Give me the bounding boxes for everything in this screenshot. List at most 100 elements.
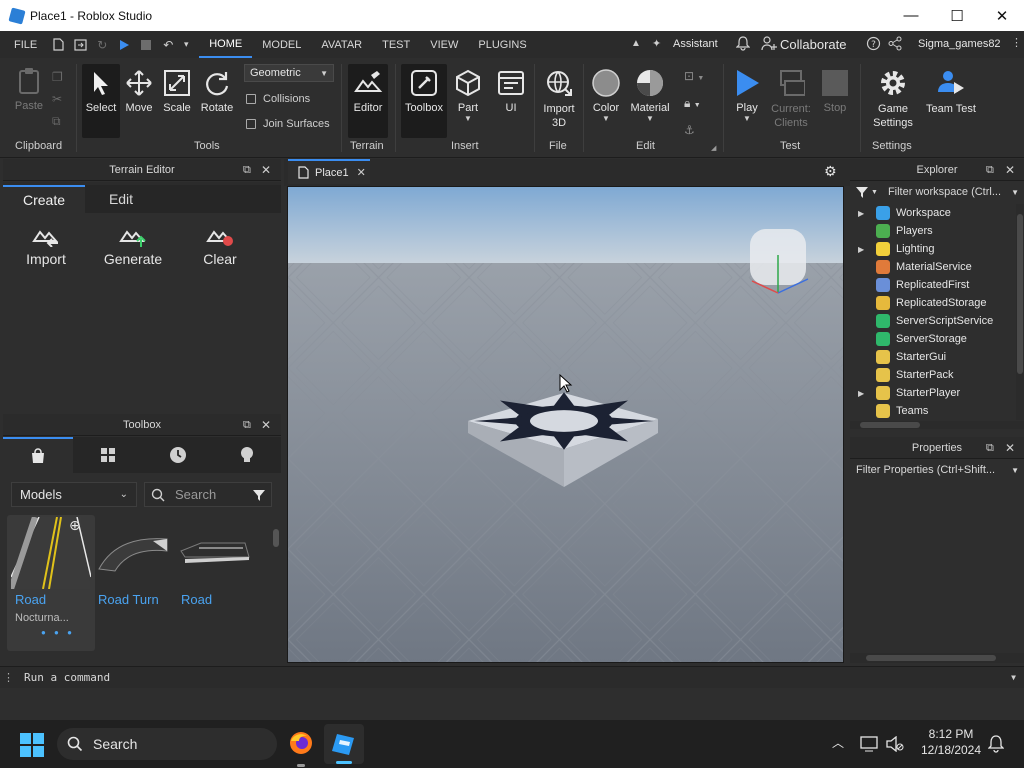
close-icon[interactable]: ✕ bbox=[1005, 441, 1015, 455]
tab-place1[interactable]: Place1 ✕ bbox=[288, 159, 370, 184]
tab-create[interactable]: Create bbox=[3, 185, 85, 213]
current-clients-button[interactable]: Current: Clients bbox=[766, 68, 816, 130]
undock-icon[interactable]: ⧉ bbox=[243, 419, 251, 432]
terrain-clear-button[interactable]: Clear bbox=[195, 221, 245, 267]
toolbox-tab-marketplace[interactable] bbox=[3, 437, 73, 473]
import-3d-button[interactable]: Import 3D bbox=[538, 68, 580, 130]
explorer-item[interactable]: ServerScriptService bbox=[850, 312, 993, 330]
move-tool-button[interactable]: Move bbox=[122, 68, 156, 114]
close-icon[interactable]: ✕ bbox=[261, 163, 271, 177]
collaborate-button[interactable]: Collaborate bbox=[780, 37, 847, 52]
explorer-filter-input[interactable]: ▼ Filter workspace (Ctrl... ▼ bbox=[850, 182, 1024, 202]
lock-icon[interactable]: 🔒︎ ▼ bbox=[684, 91, 704, 118]
join-surfaces-checkbox[interactable]: Join Surfaces bbox=[246, 118, 330, 130]
color-dropdown-icon[interactable]: ▼ bbox=[602, 114, 610, 123]
properties-hscrollbar[interactable] bbox=[850, 653, 1024, 663]
display-icon[interactable] bbox=[860, 736, 878, 755]
rotate-tool-button[interactable]: Rotate bbox=[198, 68, 236, 114]
explorer-hscrollbar[interactable] bbox=[850, 421, 1024, 429]
tab-plugins[interactable]: PLUGINS bbox=[468, 31, 536, 58]
tab-avatar[interactable]: AVATAR bbox=[311, 31, 372, 58]
3d-viewport[interactable] bbox=[287, 186, 844, 663]
username-label[interactable]: Sigma_games82 bbox=[918, 38, 1001, 50]
stop-button[interactable]: Stop bbox=[818, 68, 852, 114]
maximize-button[interactable]: ☐ bbox=[934, 0, 980, 31]
explorer-item[interactable]: ReplicatedFirst bbox=[850, 276, 969, 294]
play-dropdown-icon[interactable]: ▼ bbox=[743, 114, 751, 123]
undock-icon[interactable]: ⧉ bbox=[986, 164, 994, 177]
expand-arrow-icon[interactable]: ▶ bbox=[858, 389, 868, 398]
viewport-scene[interactable] bbox=[288, 187, 844, 663]
stop-quick-icon[interactable] bbox=[135, 31, 157, 58]
material-button[interactable]: Material ▼ bbox=[628, 68, 672, 123]
tab-edit[interactable]: Edit bbox=[85, 185, 157, 213]
filter-icon[interactable] bbox=[253, 489, 265, 501]
edit-settings-launcher-icon[interactable]: ◢ bbox=[711, 144, 716, 152]
toolbox-item-road-2[interactable]: Road bbox=[177, 515, 257, 615]
toolbox-item-name[interactable]: Road bbox=[181, 592, 212, 607]
duplicate-icon[interactable]: ⧉ bbox=[52, 110, 63, 132]
explorer-item[interactable]: ▶ StarterPlayer bbox=[850, 384, 960, 402]
taskbar-clock[interactable]: 8:12 PM 12/18/2024 bbox=[915, 726, 987, 758]
volume-muted-icon[interactable] bbox=[886, 735, 904, 755]
toolbox-tab-recent[interactable] bbox=[143, 437, 213, 473]
toolbox-scrollbar[interactable] bbox=[273, 529, 279, 547]
color-button[interactable]: Color ▼ bbox=[588, 68, 624, 123]
chevron-down-icon[interactable]: ▼ bbox=[1011, 466, 1019, 475]
paste-button[interactable]: Paste bbox=[12, 66, 46, 112]
assistant-button[interactable]: Assistant bbox=[673, 38, 718, 50]
toolbox-item-road-turn[interactable]: Road Turn bbox=[95, 515, 175, 615]
explorer-item[interactable]: StarterGui bbox=[850, 348, 946, 366]
undock-icon[interactable]: ⧉ bbox=[243, 164, 251, 177]
collisions-checkbox-box[interactable] bbox=[246, 94, 256, 104]
part-dropdown-icon[interactable]: ▼ bbox=[464, 114, 472, 123]
terrain-editor-button[interactable]: Editor bbox=[348, 64, 388, 138]
terrain-import-button[interactable]: Import bbox=[21, 221, 71, 267]
tab-test[interactable]: TEST bbox=[372, 31, 420, 58]
cut-icon[interactable]: ✂ bbox=[52, 88, 63, 110]
copy-icon[interactable]: ❐ bbox=[52, 66, 63, 88]
notification-bell-icon[interactable] bbox=[987, 735, 1005, 756]
chevron-down-icon[interactable]: ▼ bbox=[1011, 188, 1019, 197]
expand-arrow-icon[interactable]: ▶ bbox=[858, 209, 868, 218]
windows-start-icon[interactable] bbox=[20, 733, 44, 760]
explorer-item[interactable]: ▶ Lighting bbox=[850, 240, 935, 258]
notifications-bell-icon[interactable] bbox=[735, 36, 751, 54]
taskbar-search[interactable]: Search bbox=[57, 728, 277, 760]
ui-button[interactable]: UI bbox=[494, 68, 528, 114]
more-options-icon[interactable]: ⋮ bbox=[1011, 36, 1022, 49]
toolbox-item-road[interactable]: ⊕ Road Nocturna... ● ● ● bbox=[7, 515, 95, 651]
toolbox-item-name[interactable]: Road Turn bbox=[98, 592, 159, 607]
share-icon[interactable] bbox=[888, 36, 902, 54]
toolbox-category-select[interactable]: Models ⌄ bbox=[11, 482, 137, 507]
anchor-icon[interactable]: ⚓︎ bbox=[684, 118, 704, 142]
new-file-icon[interactable] bbox=[47, 31, 69, 58]
tab-home[interactable]: HOME bbox=[199, 31, 253, 58]
roblox-studio-taskbar-button[interactable] bbox=[324, 724, 364, 764]
close-icon[interactable]: ✕ bbox=[261, 418, 271, 432]
tray-overflow-chevron-icon[interactable]: ︿ bbox=[832, 734, 844, 751]
play-quick-icon[interactable] bbox=[113, 31, 135, 58]
explorer-item[interactable]: StarterPack bbox=[850, 366, 953, 384]
file-menu[interactable]: FILE bbox=[0, 31, 47, 58]
close-tab-icon[interactable]: ✕ bbox=[357, 166, 366, 179]
toolbox-search-input[interactable]: Search bbox=[144, 482, 272, 507]
toolbox-tab-creations[interactable] bbox=[213, 437, 281, 473]
undock-icon[interactable]: ⧉ bbox=[986, 442, 994, 455]
open-file-icon[interactable] bbox=[69, 31, 91, 58]
scale-tool-button[interactable]: Scale bbox=[160, 68, 194, 114]
explorer-item[interactable]: ▶ Workspace bbox=[850, 204, 951, 222]
group-icon[interactable]: ⊡ ▼ bbox=[684, 64, 704, 91]
join-surfaces-checkbox-box[interactable] bbox=[246, 119, 256, 129]
quick-access-dropdown-icon[interactable]: ▾ bbox=[179, 31, 193, 58]
part-button[interactable]: Part ▼ bbox=[450, 68, 486, 123]
undo-icon[interactable]: ↶ bbox=[157, 31, 179, 58]
minimize-button[interactable]: — bbox=[888, 0, 934, 31]
help-icon[interactable]: ? bbox=[866, 36, 881, 54]
expand-arrow-icon[interactable]: ▶ bbox=[858, 245, 868, 254]
close-icon[interactable]: ✕ bbox=[1005, 163, 1015, 177]
close-window-button[interactable]: ✕ bbox=[979, 0, 1024, 31]
toolbox-tab-inventory[interactable] bbox=[73, 437, 143, 473]
collapse-ribbon-icon[interactable]: ▲ bbox=[631, 38, 641, 49]
tab-view[interactable]: VIEW bbox=[420, 31, 468, 58]
